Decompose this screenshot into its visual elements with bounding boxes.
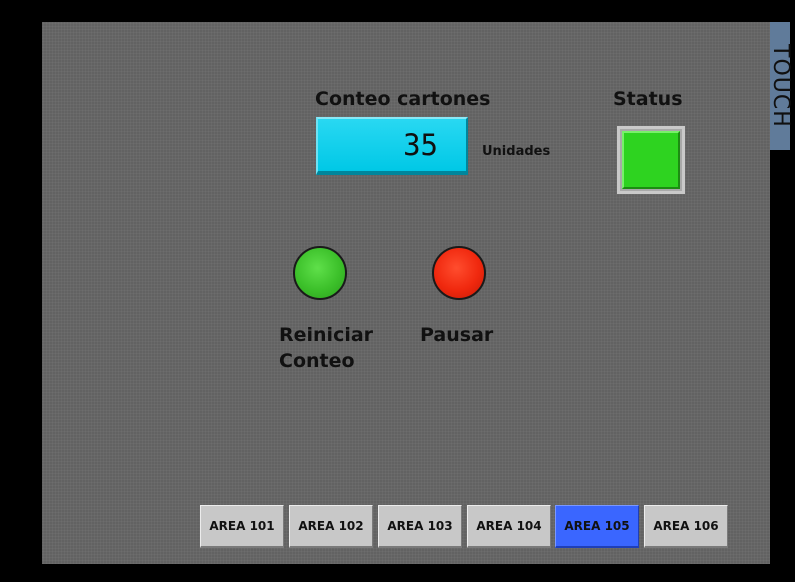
tab-area-104[interactable]: AREA 104 bbox=[467, 505, 551, 548]
tab-area-102[interactable]: AREA 102 bbox=[289, 505, 373, 548]
counter-display: 35 bbox=[316, 117, 468, 175]
reset-count-label-line2: Conteo bbox=[279, 350, 355, 372]
counter-title: Conteo cartones bbox=[315, 88, 491, 110]
status-light bbox=[622, 131, 680, 189]
counter-value: 35 bbox=[403, 128, 438, 162]
pause-label: Pausar bbox=[420, 324, 494, 346]
reset-count-button[interactable] bbox=[293, 246, 347, 300]
counter-units-label: Unidades bbox=[482, 144, 551, 159]
touch-side-label: TOUCH bbox=[768, 22, 793, 150]
tab-area-103[interactable]: AREA 103 bbox=[378, 505, 462, 548]
tab-area-106[interactable]: AREA 106 bbox=[644, 505, 728, 548]
reset-count-label: Reiniciar Conteo bbox=[279, 322, 373, 374]
status-title: Status bbox=[613, 88, 683, 110]
tab-area-101[interactable]: AREA 101 bbox=[200, 505, 284, 548]
tab-area-105[interactable]: AREA 105 bbox=[555, 505, 639, 548]
pause-button[interactable] bbox=[432, 246, 486, 300]
status-indicator bbox=[617, 126, 685, 194]
reset-count-label-line1: Reiniciar bbox=[279, 324, 374, 346]
